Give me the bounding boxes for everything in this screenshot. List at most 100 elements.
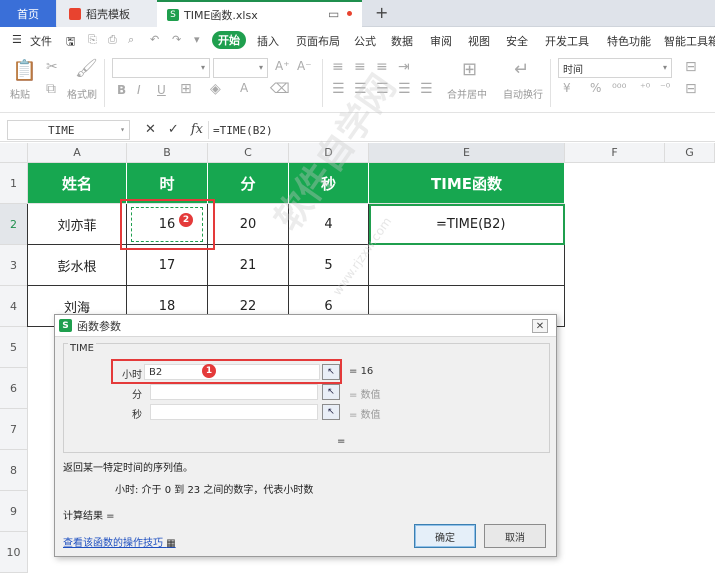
col-header-f[interactable]: F <box>565 143 665 163</box>
merge-icon[interactable]: ⊞ <box>462 59 477 80</box>
col-header-g[interactable]: G <box>665 143 715 163</box>
menu-formula[interactable]: 公式 <box>354 33 376 49</box>
menu-smart-tools[interactable]: 智能工具箱 <box>664 33 715 49</box>
arg-second-input[interactable] <box>150 404 318 420</box>
dropdown-icon[interactable]: ▾ <box>194 33 200 46</box>
decimal-increase-icon[interactable]: ⁺⁰ <box>640 81 650 94</box>
header-cell-hour[interactable]: 时 <box>127 163 208 204</box>
new-tab-icon[interactable]: + <box>375 3 388 22</box>
undo-icon[interactable]: ↶ <box>150 33 159 46</box>
function-tips-link[interactable]: 查看该函数的操作技巧 ▦ <box>63 534 176 549</box>
cancel-button[interactable]: 取消 <box>484 524 546 548</box>
arg-minute-input[interactable] <box>150 384 318 400</box>
cell-e2[interactable]: =TIME(B2) <box>369 204 565 245</box>
header-cell-time[interactable]: TIME函数 <box>369 163 565 204</box>
auto-wrap-label[interactable]: 自动换行 <box>503 86 543 101</box>
close-icon[interactable]: ✕ <box>532 319 548 333</box>
menu-data[interactable]: 数据 <box>391 33 413 49</box>
distribute-icon[interactable]: ☰ <box>420 81 433 97</box>
menu-review[interactable]: 审阅 <box>430 33 452 49</box>
underline-icon[interactable]: U <box>157 83 166 97</box>
cell-a2[interactable]: 刘亦菲 <box>28 204 127 245</box>
col-header-b[interactable]: B <box>127 143 208 163</box>
decimal-decrease-icon[interactable]: ⁻⁰ <box>660 81 670 94</box>
cell-a3[interactable]: 彭水根 <box>28 245 127 286</box>
cell-b3[interactable]: 17 <box>127 245 208 286</box>
row-header-8[interactable]: 8 <box>0 450 28 491</box>
redo-icon[interactable]: ↷ <box>172 33 181 46</box>
cut-icon[interactable]: ✂ <box>46 59 58 75</box>
collapse-dialog-icon[interactable]: ↖ <box>322 404 340 420</box>
menu-file[interactable]: 文件 <box>30 33 52 49</box>
italic-icon[interactable]: I <box>137 83 141 97</box>
confirm-formula-icon[interactable]: ✓ <box>168 122 179 137</box>
window-icon[interactable]: ▭ <box>328 7 339 21</box>
col-header-a[interactable]: A <box>28 143 127 163</box>
col-header-d[interactable]: D <box>289 143 369 163</box>
formula-input[interactable]: =TIME(B2) <box>208 121 715 139</box>
ok-button[interactable]: 确定 <box>414 524 476 548</box>
row-header-10[interactable]: 10 <box>0 532 28 573</box>
collapse-dialog-icon[interactable]: ↖ <box>322 384 340 400</box>
name-box[interactable]: TIME ▾ <box>7 120 130 140</box>
header-cell-name[interactable]: 姓名 <box>28 163 127 204</box>
format-painter-label[interactable]: 格式刷 <box>67 86 97 101</box>
copy-icon[interactable]: ⧉ <box>46 81 56 97</box>
font-color-icon[interactable]: A <box>240 81 248 95</box>
merge-center-label[interactable]: 合并居中 <box>447 86 487 101</box>
preview-icon[interactable]: ⌕ <box>128 33 134 47</box>
cell-style-icon[interactable]: ⊟ <box>685 59 697 75</box>
font-grow-icon[interactable]: A⁺ <box>275 59 290 73</box>
thousands-icon[interactable]: ⁰⁰⁰ <box>612 81 626 95</box>
condition-icon[interactable]: ⊟ <box>685 81 697 97</box>
tab-template[interactable]: 稻壳模板 <box>57 0 157 27</box>
row-header-3[interactable]: 3 <box>0 245 28 286</box>
clear-icon[interactable]: ⌫ <box>270 81 290 97</box>
row-header-6[interactable]: 6 <box>0 368 28 409</box>
cell-d3[interactable]: 5 <box>289 245 369 286</box>
header-cell-minute[interactable]: 分 <box>208 163 289 204</box>
hamburger-icon[interactable]: ☰ <box>12 33 22 46</box>
align-left-icon[interactable]: ☰ <box>332 81 345 97</box>
export-icon[interactable]: ⎘ <box>88 33 97 47</box>
align-bottom-icon[interactable]: ≡ <box>376 59 388 75</box>
align-top-icon[interactable]: ≡ <box>332 59 344 75</box>
currency-icon[interactable]: ¥ <box>563 81 571 95</box>
menu-page-layout[interactable]: 页面布局 <box>296 33 340 49</box>
percent-icon[interactable]: % <box>590 81 601 95</box>
fill-color-icon[interactable]: ◈ <box>210 81 221 97</box>
cell-e3[interactable] <box>369 245 565 286</box>
paste-label[interactable]: 粘贴 <box>10 86 30 101</box>
menu-features[interactable]: 特色功能 <box>607 33 651 49</box>
indent-icon[interactable]: ⇥ <box>398 59 410 75</box>
row-header-4[interactable]: 4 <box>0 286 28 327</box>
align-middle-icon[interactable]: ≡ <box>354 59 366 75</box>
col-header-e[interactable]: E <box>369 143 565 163</box>
menu-view[interactable]: 视图 <box>468 33 490 49</box>
col-header-c[interactable]: C <box>208 143 289 163</box>
row-header-9[interactable]: 9 <box>0 491 28 532</box>
wrap-icon[interactable]: ↵ <box>514 59 529 80</box>
row-header-5[interactable]: 5 <box>0 327 28 368</box>
justify-icon[interactable]: ☰ <box>398 81 411 97</box>
header-cell-second[interactable]: 秒 <box>289 163 369 204</box>
cell-d2[interactable]: 4 <box>289 204 369 245</box>
fx-icon[interactable]: fx <box>191 122 203 137</box>
row-header-2[interactable]: 2 <box>0 204 28 245</box>
cell-c2[interactable]: 20 <box>208 204 289 245</box>
align-right-icon[interactable]: ☰ <box>376 81 389 97</box>
font-family-combo[interactable]: ▾ <box>112 58 210 78</box>
align-center-icon[interactable]: ☰ <box>354 81 367 97</box>
print-icon[interactable]: ⎙ <box>108 33 117 47</box>
cell-c3[interactable]: 21 <box>208 245 289 286</box>
cancel-formula-icon[interactable]: ✕ <box>145 122 156 137</box>
menu-dev-tools[interactable]: 开发工具 <box>545 33 589 49</box>
border-icon[interactable]: ⊞ <box>180 81 192 97</box>
save-icon[interactable]: 🖫 <box>66 33 75 52</box>
tab-home[interactable]: 首页 <box>0 0 56 27</box>
row-header-7[interactable]: 7 <box>0 409 28 450</box>
format-painter-icon[interactable]: 🖌 <box>75 58 98 79</box>
select-all[interactable] <box>0 143 28 163</box>
font-size-combo[interactable]: ▾ <box>213 58 268 78</box>
font-shrink-icon[interactable]: A⁻ <box>297 59 312 73</box>
